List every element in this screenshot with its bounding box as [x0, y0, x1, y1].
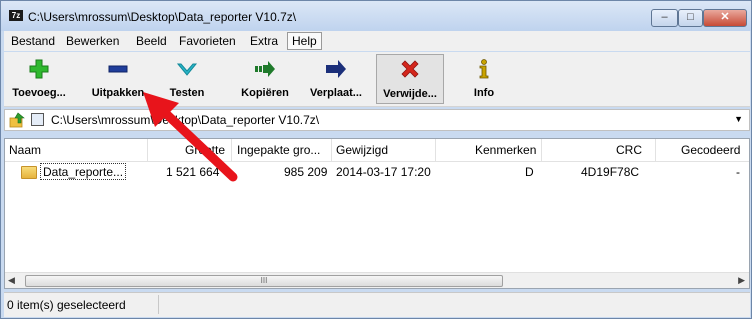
folder-icon	[21, 166, 37, 179]
add-button[interactable]: Toevoeg...	[4, 54, 74, 104]
menu-favorieten[interactable]: Favorieten	[175, 33, 240, 49]
cell-crc: 4D19F78C	[581, 165, 640, 179]
menu-extra[interactable]: Extra	[246, 33, 282, 49]
red-annotation-arrow	[143, 92, 238, 182]
address-bar[interactable]: C:\Users\mrossum\Desktop\Data_reporter V…	[4, 109, 750, 131]
close-button[interactable]: ✕	[703, 9, 747, 27]
info-button-label: Info	[473, 87, 495, 99]
table-row[interactable]: Data_reporte... 1 521 664 985 209 2014-0…	[5, 163, 749, 181]
scroll-left-icon[interactable]: ◀	[8, 275, 15, 286]
minimize-button[interactable]: –	[651, 9, 678, 27]
title-bar[interactable]: 7z C:\Users\mrossum\Desktop\Data_reporte…	[1, 1, 751, 31]
check-icon	[176, 63, 198, 76]
delete-button[interactable]: Verwijde...	[376, 54, 444, 104]
maximize-button[interactable]: □	[678, 9, 703, 27]
cell-encrypted: -	[736, 165, 740, 179]
cell-attributes: D	[525, 165, 534, 179]
move-button-label: Verplaat...	[310, 87, 362, 99]
add-button-label: Toevoeg...	[12, 87, 66, 99]
file-list: Naam Grootte Ingepakte gro... Gewijzigd …	[4, 138, 750, 289]
column-separator[interactable]	[435, 139, 436, 161]
status-divider	[158, 295, 159, 314]
column-name[interactable]: Naam	[9, 143, 41, 157]
app-7z-icon: 7z	[9, 10, 23, 21]
copy-arrow-icon	[255, 61, 275, 77]
menu-bewerken[interactable]: Bewerken	[62, 33, 123, 49]
plus-icon	[29, 59, 49, 79]
column-separator[interactable]	[331, 139, 332, 161]
scrollbar-thumb[interactable]: III	[25, 275, 503, 287]
folder-up-icon[interactable]	[9, 112, 25, 128]
info-button[interactable]: Info	[464, 54, 504, 104]
column-modified[interactable]: Gewijzigd	[336, 143, 388, 157]
cell-packed-size: 985 209	[284, 165, 328, 179]
toolbar: Toevoeg... Uitpakken Testen Kopiëren Ver…	[4, 52, 750, 107]
menu-bestand[interactable]: Bestand	[7, 33, 59, 49]
status-bar: 0 item(s) geselecteerd	[4, 292, 750, 317]
minus-icon	[108, 65, 128, 73]
window-title: C:\Users\mrossum\Desktop\Data_reporter V…	[28, 10, 297, 24]
status-selected-count: 0 item(s) geselecteerd	[7, 298, 126, 312]
cell-modified: 2014-03-17 17:20	[336, 165, 431, 179]
menu-help[interactable]: Help	[287, 32, 322, 50]
chevron-down-icon[interactable]: ▼	[734, 114, 743, 124]
cell-name[interactable]: Data_reporte...	[40, 163, 127, 180]
menu-bar: Bestand Bewerken Beeld Favorieten Extra …	[4, 31, 750, 51]
menu-beeld[interactable]: Beeld	[132, 33, 171, 49]
list-header: Naam Grootte Ingepakte gro... Gewijzigd …	[5, 139, 749, 162]
delete-x-icon	[401, 60, 419, 78]
column-crc[interactable]: CRC	[616, 143, 642, 157]
delete-button-label: Verwijde...	[383, 88, 437, 100]
scroll-right-icon[interactable]: ▶	[738, 275, 745, 286]
info-icon	[479, 59, 489, 79]
archive-icon	[31, 113, 44, 126]
move-button[interactable]: Verplaat...	[304, 54, 368, 104]
app-window: 7z C:\Users\mrossum\Desktop\Data_reporte…	[0, 0, 752, 319]
horizontal-scrollbar[interactable]: ◀ III ▶	[5, 272, 749, 288]
column-separator[interactable]	[655, 139, 656, 161]
move-arrow-icon	[326, 60, 346, 78]
column-encrypted[interactable]: Gecodeerd	[681, 143, 740, 157]
column-attributes[interactable]: Kenmerken	[475, 143, 536, 157]
column-separator[interactable]	[541, 139, 542, 161]
